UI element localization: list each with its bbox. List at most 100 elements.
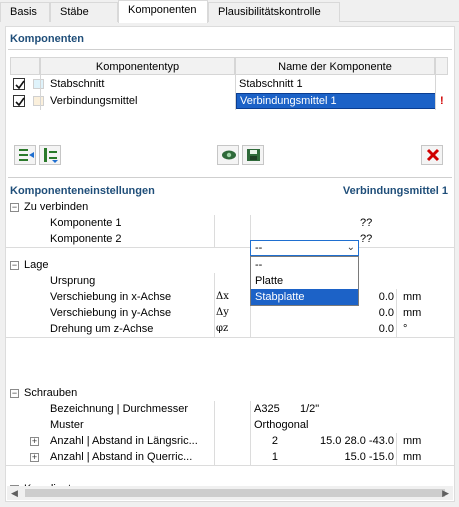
row-muster[interactable]: Muster Orthogonal: [6, 417, 454, 433]
property-value[interactable]: 0.0: [306, 305, 394, 321]
settings-section-title: Komponenteneinstellungen: [10, 185, 155, 197]
property-label: Drehung um z-Achse: [50, 323, 154, 335]
component-name-selected[interactable]: Verbindungsmittel 1: [236, 93, 436, 109]
components-section-title: Komponenten: [10, 33, 84, 45]
komponente-1-dropdown-list: -- Platte Stabplatte: [250, 256, 359, 306]
row-ursprung[interactable]: Ursprung ??: [6, 273, 454, 289]
scrollbar-thumb[interactable]: [25, 489, 445, 497]
property-symbol: Δx: [216, 291, 229, 302]
grid-line: [435, 75, 436, 110]
header-type: Komponententyp: [40, 57, 235, 75]
property-unit: mm: [403, 435, 422, 447]
tab-plausibilitaetskontrolle[interactable]: Plausibilitätskontrolle: [208, 2, 340, 22]
insert-rows-alt-button[interactable]: [39, 145, 61, 165]
bolt-count[interactable]: 1: [254, 449, 278, 465]
property-label: Komponente 1: [50, 217, 122, 229]
column-separator: [214, 401, 215, 465]
property-symbol: Δy: [216, 307, 229, 318]
settings-current-component: Verbindungsmittel 1: [342, 185, 448, 197]
horizontal-scrollbar[interactable]: ◀ ▶: [7, 486, 453, 500]
view-button[interactable]: [217, 145, 239, 165]
tab-label: Basis: [10, 6, 37, 18]
row-anzahl-quer[interactable]: + Anzahl | Abstand in Querric... 1 15.0 …: [6, 449, 454, 465]
row-anzahl-laengs[interactable]: + Anzahl | Abstand in Längsric... 2 15.0…: [6, 433, 454, 449]
row-verschiebung-y[interactable]: Verschiebung in y-Achse Δy 0.0 mm: [6, 305, 454, 321]
bolt-count[interactable]: 2: [254, 433, 278, 449]
row-komponente-1[interactable]: Komponente 1 ??: [6, 215, 454, 231]
property-unit: mm: [403, 307, 422, 319]
save-button[interactable]: [242, 145, 264, 165]
property-unit: mm: [403, 291, 422, 303]
property-unit: mm: [403, 451, 422, 463]
group-separator: [6, 247, 454, 248]
expand-icon[interactable]: +: [30, 453, 39, 462]
component-name[interactable]: Stabschnitt 1: [236, 76, 436, 92]
property-symbol: φz: [216, 323, 229, 334]
component-type: Stabschnitt: [50, 78, 105, 90]
type-color-swatch: [33, 96, 44, 106]
bolt-spacing[interactable]: 15.0 -15.0: [296, 449, 394, 465]
group-separator: [6, 337, 454, 338]
row-verschiebung-x[interactable]: Verschiebung in x-Achse Δx 0.0 mm: [6, 289, 454, 305]
column-separator: [396, 289, 397, 337]
scroll-left-icon[interactable]: ◀: [11, 486, 18, 500]
property-extra: ??: [360, 217, 373, 229]
row-bezeichnung[interactable]: Bezeichnung | Durchmesser A325 1/2": [6, 401, 454, 417]
group-label: Schrauben: [24, 387, 78, 399]
tab-bar: Basis Stäbe Komponenten Plausibilitätsko…: [0, 0, 459, 23]
property-label: Anzahl | Abstand in Längsric...: [50, 435, 198, 447]
tab-label: Stäbe: [60, 6, 89, 18]
property-value[interactable]: 0.0: [306, 321, 394, 337]
column-separator: [214, 273, 215, 337]
property-value[interactable]: Orthogonal: [254, 417, 308, 433]
group-zu-verbinden[interactable]: − Zu verbinden: [6, 199, 454, 215]
table-row[interactable]: Stabschnitt Stabschnitt 1: [10, 76, 448, 92]
divider: [8, 177, 452, 178]
delete-button[interactable]: [421, 145, 443, 165]
type-color-swatch: [33, 79, 44, 89]
bolt-spacing[interactable]: 15.0 28.0 -43.0: [296, 433, 394, 449]
tab-staebe[interactable]: Stäbe: [50, 2, 118, 22]
dropdown-option[interactable]: --: [251, 257, 358, 273]
collapse-icon[interactable]: −: [10, 389, 19, 398]
grid-line: [235, 75, 236, 110]
group-schrauben[interactable]: − Schrauben: [6, 385, 454, 401]
property-unit: °: [403, 323, 408, 335]
main-panel: Komponenten Komponententyp Name der Komp…: [5, 26, 455, 502]
komponente-1-select[interactable]: -- ⌄: [250, 240, 359, 256]
column-separator: [396, 433, 397, 465]
property-label: Muster: [50, 419, 84, 431]
dropdown-option[interactable]: Platte: [251, 273, 358, 289]
divider: [8, 49, 452, 50]
tab-basis[interactable]: Basis: [0, 2, 50, 22]
component-type: Verbindungsmittel: [50, 95, 138, 107]
collapse-icon[interactable]: −: [10, 261, 19, 270]
grid-line: [40, 75, 41, 110]
group-label: Zu verbinden: [24, 201, 89, 213]
row-drehung-z[interactable]: Drehung um z-Achse φz 0.0 °: [6, 321, 454, 337]
property-label: Anzahl | Abstand in Querric...: [50, 451, 193, 463]
dropdown-option-highlighted[interactable]: Stabplatte: [251, 289, 358, 305]
header-status: [435, 57, 448, 75]
tab-label: Komponenten: [128, 4, 197, 16]
tab-komponenten[interactable]: Komponenten: [118, 0, 208, 23]
insert-rows-button[interactable]: [14, 145, 36, 165]
scroll-right-icon[interactable]: ▶: [442, 486, 449, 500]
header-check: [10, 57, 40, 75]
warning-icon: !: [440, 95, 444, 107]
column-separator: [250, 401, 251, 465]
property-label: Verschiebung in y-Achse: [50, 307, 172, 319]
select-value: --: [255, 242, 263, 254]
group-label: Lage: [24, 259, 49, 271]
column-separator: [214, 215, 215, 247]
group-lage[interactable]: − Lage: [6, 257, 454, 273]
table-row[interactable]: Verbindungsmittel Verbindungsmittel 1 !: [10, 93, 448, 109]
row-checkbox[interactable]: [13, 78, 25, 90]
row-komponente-2[interactable]: Komponente 2 ??: [6, 231, 454, 247]
expand-icon[interactable]: +: [30, 437, 39, 446]
collapse-icon[interactable]: −: [10, 203, 19, 212]
chevron-down-icon[interactable]: ⌄: [347, 241, 355, 255]
bolt-diameter[interactable]: 1/2": [300, 401, 319, 417]
bolt-grade[interactable]: A325: [254, 401, 280, 417]
row-checkbox[interactable]: [13, 95, 25, 107]
